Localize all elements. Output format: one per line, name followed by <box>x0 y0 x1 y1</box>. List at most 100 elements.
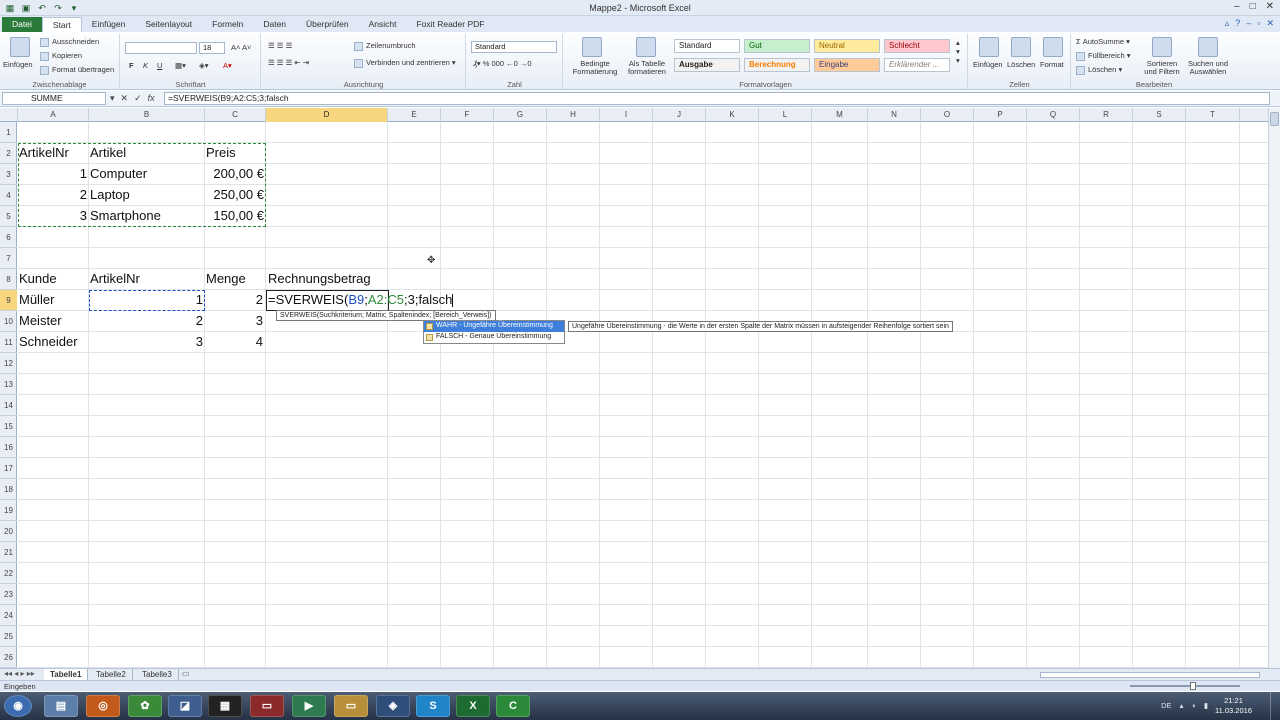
tab-page-layout[interactable]: Seitenlayout <box>135 17 202 32</box>
enter-icon[interactable]: ✓ <box>134 93 142 104</box>
sheet-tab-2[interactable]: Tabelle2 <box>90 669 133 680</box>
autocomplete-item-wahr[interactable]: WAHR - Ungefähre Übereinstimmung <box>424 321 564 332</box>
row-header-3[interactable]: 3 <box>0 164 17 185</box>
delete-cells-icon[interactable] <box>1011 37 1031 57</box>
font-name-input[interactable] <box>125 42 197 54</box>
tab-foxit[interactable]: Foxit Reader PDF <box>406 17 494 32</box>
name-box[interactable]: SUMME <box>2 92 106 105</box>
app-icon[interactable]: ✿ <box>128 695 162 717</box>
cell-c9[interactable]: 2 <box>204 292 263 307</box>
cell-a8[interactable]: Kunde <box>19 271 57 286</box>
dropdown-icon[interactable]: ▾ <box>110 93 115 104</box>
find-select-button[interactable]: Suchen und Auswählen <box>1184 60 1232 76</box>
pdf-tool-icon[interactable]: ▭ <box>250 695 284 717</box>
column-header-s[interactable]: S <box>1133 108 1186 122</box>
row-header-6[interactable]: 6 <box>0 227 17 248</box>
cell-b5[interactable]: Smartphone <box>90 208 161 223</box>
network-tray-icon[interactable]: ▮ <box>1204 701 1208 710</box>
network-icon[interactable]: ◈ <box>376 695 410 717</box>
row-header-26[interactable]: 26 <box>0 647 17 668</box>
style-output[interactable]: Ausgabe <box>674 58 740 72</box>
row-header-2[interactable]: 2 <box>0 143 17 164</box>
column-header-m[interactable]: M <box>812 108 868 122</box>
style-standard[interactable]: Standard <box>674 39 740 53</box>
style-calculation[interactable]: Berechnung <box>744 58 810 72</box>
autosum-button[interactable]: Σ AutoSumme ▾ <box>1076 37 1130 46</box>
cell-d8[interactable]: Rechnungsbetrag <box>268 271 371 286</box>
sort-filter-button[interactable]: Sortieren und Filtern <box>1144 60 1180 76</box>
scrollbar-thumb[interactable] <box>1270 112 1279 126</box>
sort-filter-icon[interactable] <box>1152 37 1172 57</box>
media-icon[interactable]: ▶ <box>292 695 326 717</box>
row-header-14[interactable]: 14 <box>0 395 17 416</box>
cell-b4[interactable]: Laptop <box>90 187 130 202</box>
style-neutral[interactable]: Neutral <box>814 39 880 53</box>
row-header-18[interactable]: 18 <box>0 479 17 500</box>
font-size-input[interactable]: 18 <box>199 42 225 54</box>
column-header-k[interactable]: K <box>706 108 759 122</box>
border-icon[interactable]: ▦▾ <box>175 61 186 70</box>
column-header-c[interactable]: C <box>205 108 266 122</box>
tab-start[interactable]: Start <box>41 17 82 32</box>
format-as-table-icon[interactable] <box>636 37 656 57</box>
formula-input[interactable]: =SVERWEIS(B9;A2:C5;3;falsch <box>164 92 1270 105</box>
format-cells-icon[interactable] <box>1043 37 1063 57</box>
column-header-g[interactable]: G <box>494 108 547 122</box>
cell-a9[interactable]: Müller <box>19 292 54 307</box>
column-header-j[interactable]: J <box>653 108 706 122</box>
row-header-10[interactable]: 10 <box>0 311 17 332</box>
workbook-minimize-icon[interactable]: – <box>1246 18 1251 29</box>
row-header-8[interactable]: 8 <box>0 269 17 290</box>
find-select-icon[interactable] <box>1198 37 1218 57</box>
row-header-4[interactable]: 4 <box>0 185 17 206</box>
cell-a3[interactable]: 1 <box>18 166 87 181</box>
cell-b2[interactable]: Artikel <box>90 145 126 160</box>
column-header-b[interactable]: B <box>89 108 205 122</box>
row-header-13[interactable]: 13 <box>0 374 17 395</box>
align-top-icon[interactable]: ☰ ☰ ☰ <box>268 41 292 50</box>
close-icon[interactable]: ✕ <box>1266 1 1274 12</box>
format-as-table-button[interactable]: Als Tabelle formatieren <box>622 60 672 76</box>
cell-c5[interactable]: 150,00 € <box>204 208 264 223</box>
copy-button[interactable]: Kopieren <box>40 51 82 61</box>
cell-c10[interactable]: 3 <box>204 313 263 328</box>
tab-insert[interactable]: Einfügen <box>82 17 136 32</box>
row-header-17[interactable]: 17 <box>0 458 17 479</box>
tab-data[interactable]: Daten <box>253 17 296 32</box>
tray-arrow-icon[interactable]: ▴ <box>1180 701 1184 710</box>
paste-icon[interactable] <box>10 37 30 57</box>
zoom-slider[interactable] <box>1130 685 1240 687</box>
cell-b8[interactable]: ArtikelNr <box>90 271 140 286</box>
fx-icon[interactable]: fx <box>148 93 155 104</box>
row-header-22[interactable]: 22 <box>0 563 17 584</box>
cell-c3[interactable]: 200,00 € <box>204 166 264 181</box>
clear-button[interactable]: Löschen ▾ <box>1076 65 1122 75</box>
grow-font-button[interactable]: A˄ A˅ <box>231 43 251 52</box>
camtasia-icon[interactable]: C <box>496 695 530 717</box>
cut-button[interactable]: Ausschneiden <box>40 37 99 47</box>
row-header-9[interactable]: 9 <box>0 290 17 311</box>
cell-c8[interactable]: Menge <box>206 271 246 286</box>
folder-icon[interactable]: ▭ <box>334 695 368 717</box>
select-all-corner[interactable] <box>0 108 18 122</box>
row-header-25[interactable]: 25 <box>0 626 17 647</box>
column-header-r[interactable]: R <box>1080 108 1133 122</box>
new-sheet-icon[interactable]: ▭ <box>182 669 190 678</box>
styles-more-icon[interactable]: ▴ ▾ ▾ <box>956 38 960 65</box>
insert-cells-button[interactable]: Einfügen <box>973 60 1003 69</box>
delete-cells-button[interactable]: Löschen <box>1007 60 1035 69</box>
column-header-q[interactable]: Q <box>1027 108 1080 122</box>
cell-d9-editing[interactable]: =SVERWEIS(B9;A2:C5;3;falsch <box>268 292 454 308</box>
column-header-o[interactable]: O <box>921 108 974 122</box>
style-bad[interactable]: Schlecht <box>884 39 950 53</box>
horizontal-scrollbar[interactable] <box>1040 672 1260 678</box>
align-left-icon[interactable]: ☰ ☰ ☰ ⇤ ⇥ <box>268 58 309 67</box>
excel-taskbar-icon[interactable]: X <box>456 695 490 717</box>
style-explanatory[interactable]: Erklärender ... <box>884 58 950 72</box>
tab-formulas[interactable]: Formeln <box>202 17 253 32</box>
row-header-12[interactable]: 12 <box>0 353 17 374</box>
cell-c11[interactable]: 4 <box>204 334 263 349</box>
cell-b10[interactable]: 2 <box>89 313 203 328</box>
row-header-15[interactable]: 15 <box>0 416 17 437</box>
cell-a10[interactable]: Meister <box>19 313 62 328</box>
